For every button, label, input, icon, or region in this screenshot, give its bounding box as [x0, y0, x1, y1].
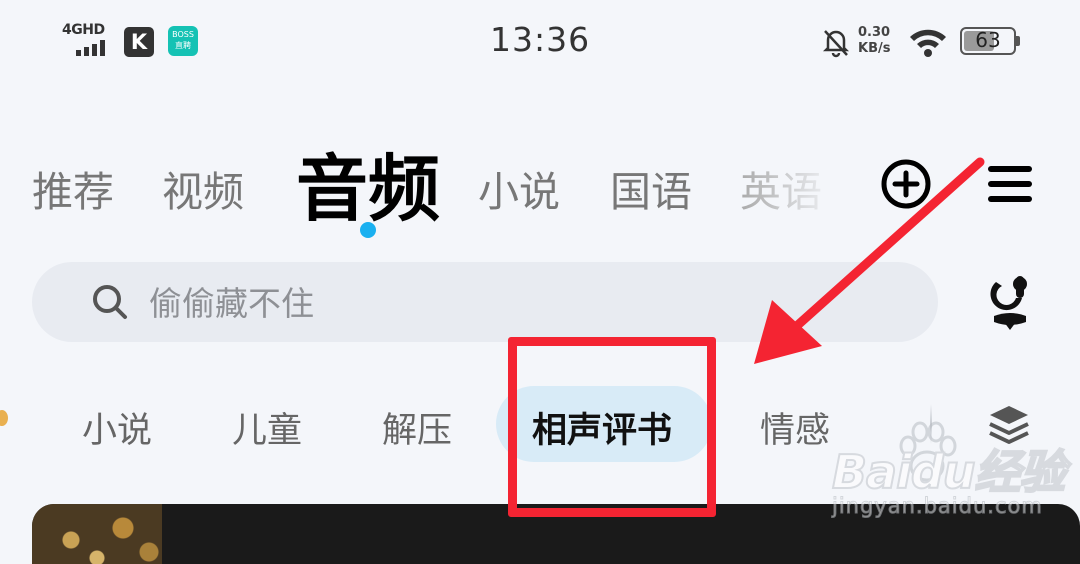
- battery-indicator: 63: [960, 27, 1016, 55]
- highlight-box: [508, 337, 716, 517]
- search-icon: [93, 285, 127, 319]
- subtab-relax[interactable]: 解压: [382, 402, 452, 453]
- subtab-emotion[interactable]: 情感: [760, 402, 830, 453]
- baidu-watermark: Baidu经验 jingyan.baidu.com: [831, 418, 1072, 528]
- battery-percent: 63: [975, 28, 1001, 52]
- subtab-novel[interactable]: 小说: [82, 402, 152, 453]
- tab-video[interactable]: 视频: [162, 158, 244, 218]
- tab-mandarin[interactable]: 国语: [610, 158, 692, 218]
- kuaishou-app-icon: K: [124, 27, 154, 57]
- tab-recommend[interactable]: 推荐: [32, 158, 114, 218]
- battery-tip: [1016, 36, 1020, 46]
- network-indicator: 4GHD: [62, 22, 112, 56]
- banner-artwork: [32, 504, 162, 564]
- signal-bars-icon: [76, 40, 105, 56]
- watermark-brand: Baidu经验: [831, 444, 1067, 500]
- active-tab-indicator: [360, 222, 376, 238]
- edge-indicator: [0, 410, 8, 426]
- speed-value: 0.30: [858, 25, 891, 40]
- bell-muted-icon: [822, 30, 850, 58]
- tab-novel[interactable]: 小说: [478, 158, 560, 218]
- speed-unit: KB/s: [858, 41, 891, 56]
- watermark-url: jingyan.baidu.com: [832, 494, 1043, 519]
- boss-label: BOSS: [172, 30, 194, 39]
- network-speed: 0.30 KB/s: [858, 25, 890, 57]
- network-label: 4GHD: [62, 22, 105, 38]
- annotation-arrow-icon: [754, 157, 985, 364]
- subtab-children[interactable]: 儿童: [232, 402, 302, 453]
- clock: 13:36: [490, 20, 591, 59]
- zhipin-label: 直聘: [175, 41, 191, 50]
- wifi-icon: [910, 29, 946, 57]
- tab-audio[interactable]: 音频: [296, 130, 440, 235]
- boss-zhipin-app-icon: BOSS 直聘: [168, 26, 198, 56]
